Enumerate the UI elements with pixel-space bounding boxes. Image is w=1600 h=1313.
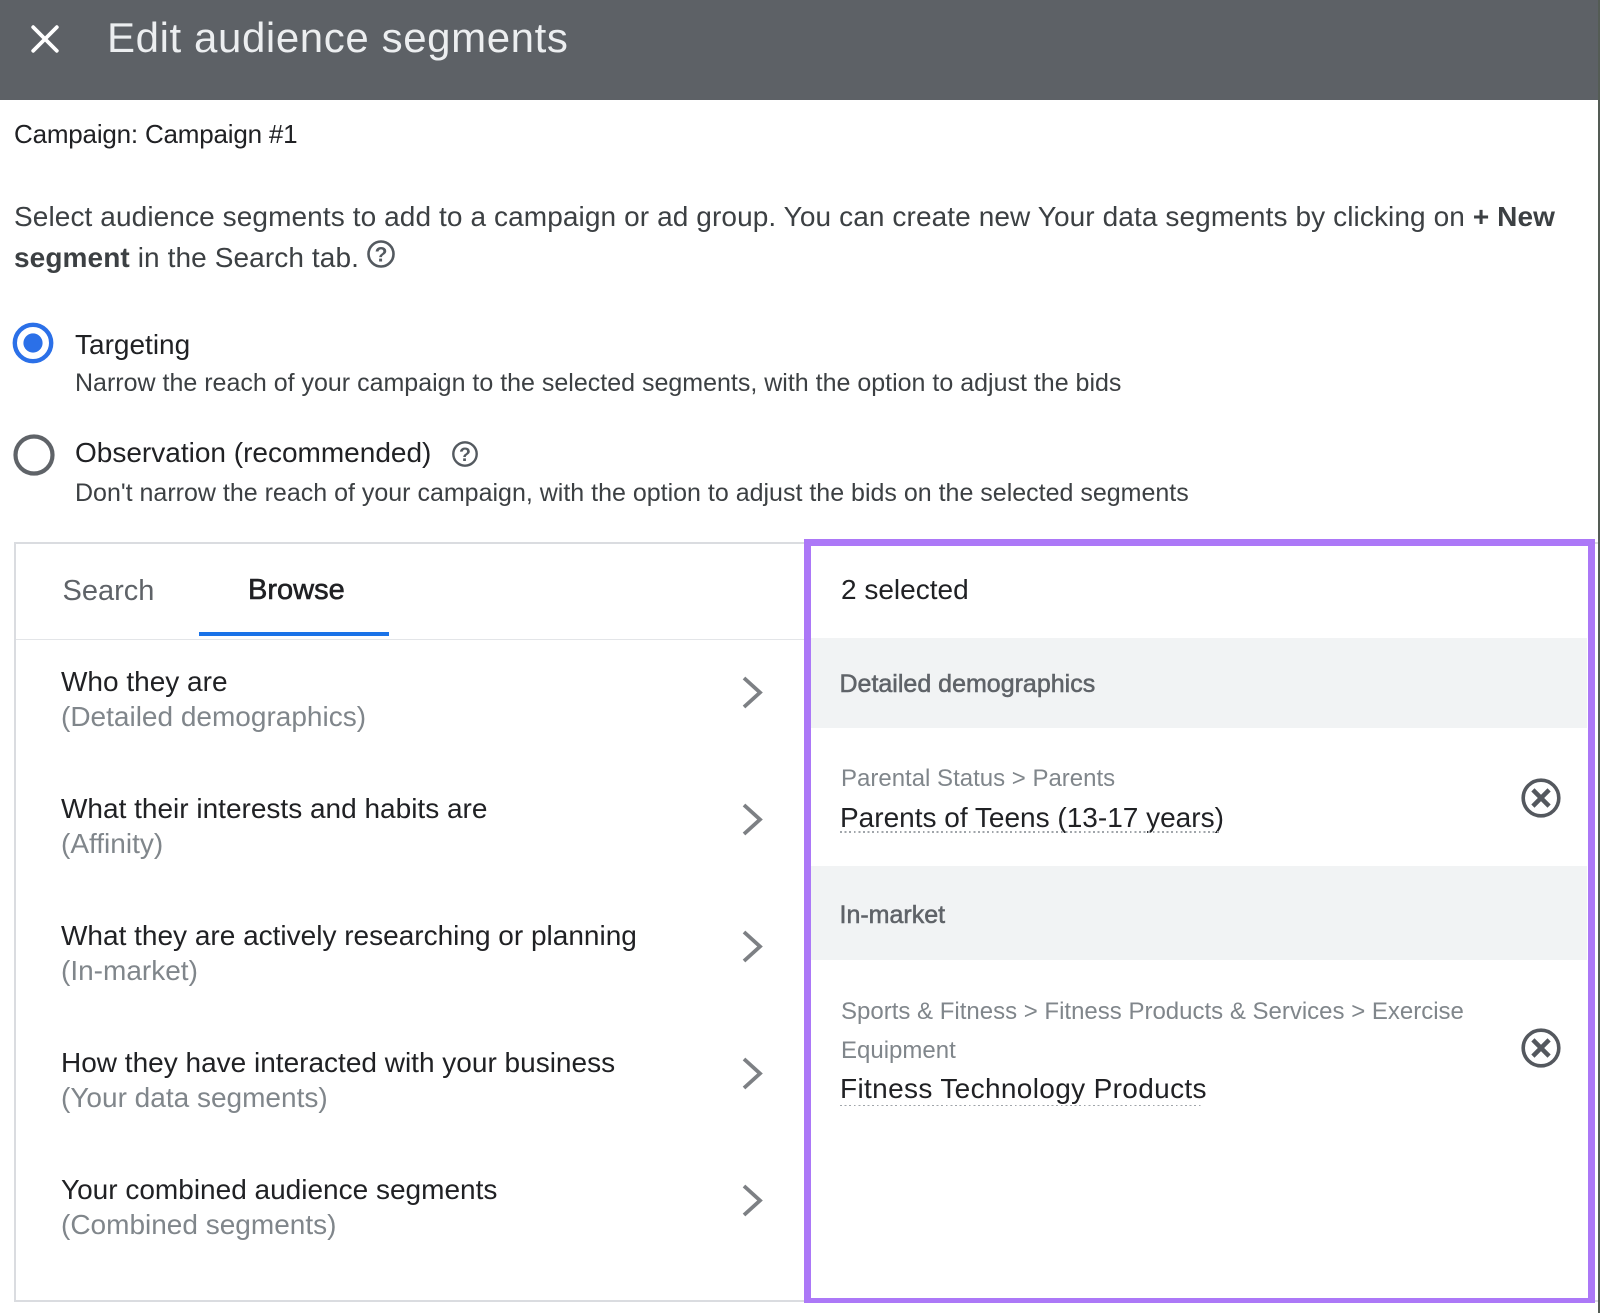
svg-text:?: ? xyxy=(459,444,471,466)
svg-text:?: ? xyxy=(375,244,388,267)
